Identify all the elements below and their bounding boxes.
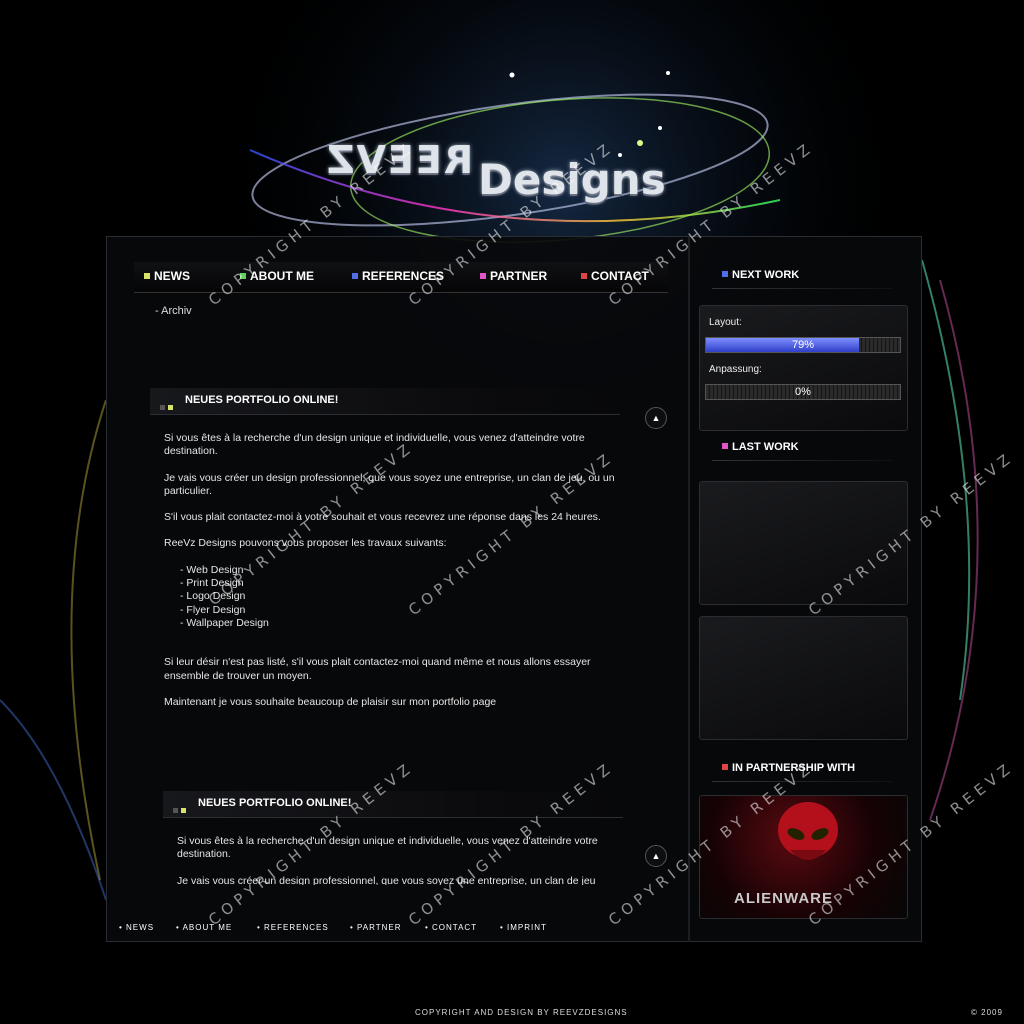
scroll-up-button[interactable]: ▲ <box>645 845 667 867</box>
heading-underline <box>712 288 892 289</box>
progress-text: 0% <box>795 386 811 398</box>
list-item: - Flyer Design <box>180 603 246 616</box>
post-title: NEUES PORTFOLIO ONLINE! <box>198 797 352 809</box>
square-icon <box>722 443 728 449</box>
square-icon <box>722 764 728 770</box>
post-paragraph: Si leur désir n'est pas listé, s'il vous… <box>164 656 591 682</box>
last-work-heading: LAST WORK <box>722 441 799 453</box>
alien-head-icon <box>778 802 838 860</box>
footer-nav-references[interactable]: • REFERENCES <box>257 923 329 932</box>
post-dots-icon <box>160 397 176 410</box>
footer-nav-news[interactable]: • NEWS <box>119 923 154 932</box>
progress-text: 79% <box>791 339 815 351</box>
post-paragraph: Si vous êtes à la recherche d'un design … <box>177 835 598 861</box>
last-work-thumbnail[interactable] <box>699 481 908 605</box>
nav-news[interactable]: NEWS <box>144 269 190 283</box>
footer-nav-partner[interactable]: • PARTNER <box>350 923 402 932</box>
square-icon <box>144 273 150 279</box>
square-icon <box>352 273 358 279</box>
footer-nav-contact[interactable]: • CONTACT <box>425 923 477 932</box>
nav-label: NEWS <box>154 269 190 283</box>
next-work-heading: NEXT WORK <box>722 269 799 281</box>
heading-label: LAST WORK <box>732 441 799 453</box>
post-paragraph: ReeVz Designs pouvons vous proposer les … <box>164 537 447 550</box>
anpassung-label: Anpassung: <box>709 364 762 375</box>
post-paragraph: Maintenant je vous souhaite beaucoup de … <box>164 695 497 708</box>
column-divider <box>688 236 690 942</box>
footer-nav-about-me[interactable]: • ABOUT ME <box>176 923 232 932</box>
layout-label: Layout: <box>709 317 742 328</box>
post-dots-icon <box>173 800 189 813</box>
square-icon <box>581 273 587 279</box>
post-title: NEUES PORTFOLIO ONLINE! <box>185 394 339 406</box>
archive-link[interactable]: - Archiv <box>155 305 192 317</box>
footer-copyright: COPYRIGHT AND DESIGN BY REEVZDESIGNS <box>415 1008 628 1017</box>
square-icon <box>480 273 486 279</box>
partner-banner[interactable]: ALIENWARE <box>699 795 908 919</box>
nav-partner[interactable]: PARTNER <box>480 269 547 283</box>
anpassung-progress-bar: 0% <box>705 384 901 400</box>
last-work-thumbnail[interactable] <box>699 616 908 740</box>
scroll-up-button[interactable]: ▲ <box>645 407 667 429</box>
list-item: - Wallpaper Design <box>180 616 269 629</box>
footer-year: © 2009 <box>971 1008 1003 1017</box>
square-icon <box>722 271 728 277</box>
post-body: Si vous êtes à la recherche d'un design … <box>177 835 627 885</box>
heading-underline <box>712 460 892 461</box>
heading-label: NEXT WORK <box>732 269 800 281</box>
nav-label: PARTNER <box>490 269 548 283</box>
list-item: - Logo Design <box>180 590 246 603</box>
footer-nav-imprint[interactable]: • IMPRINT <box>500 923 547 932</box>
layout-progress-bar: 79% <box>705 337 901 353</box>
